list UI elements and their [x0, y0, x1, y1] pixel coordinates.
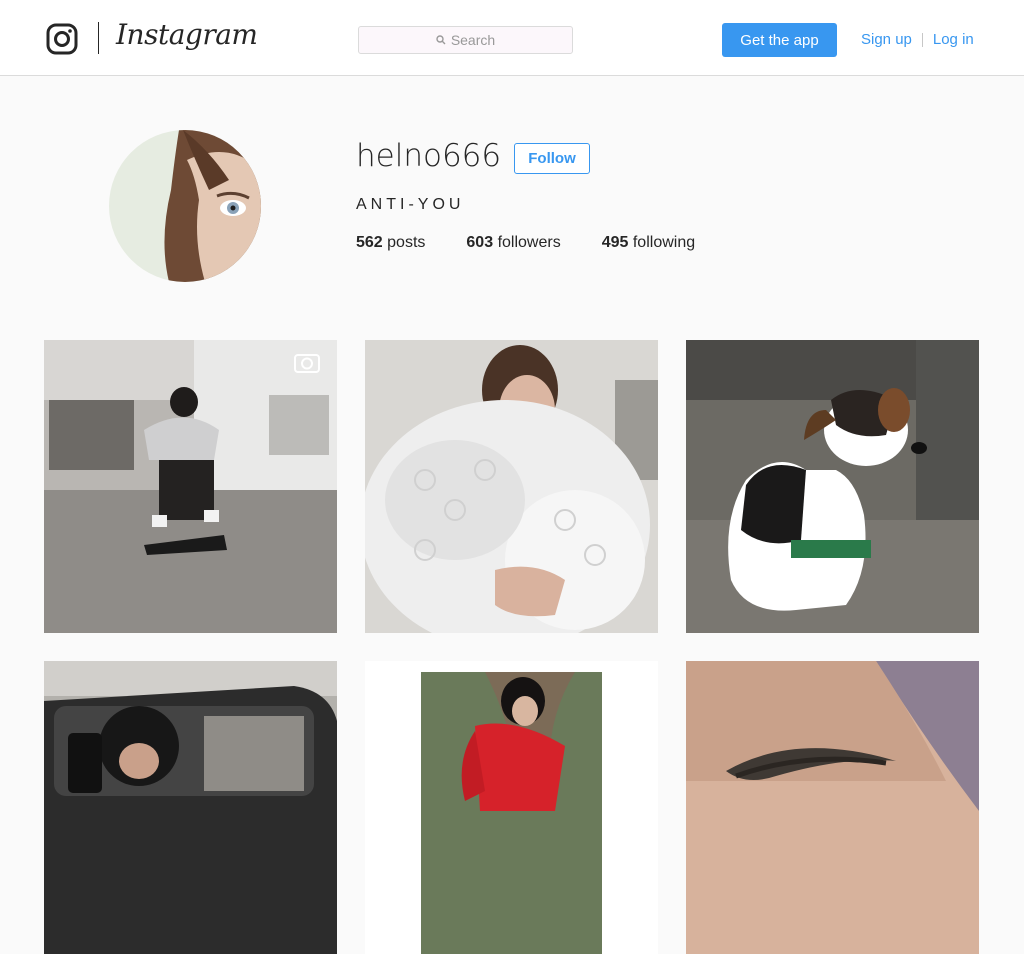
- instagram-wordmark-logo[interactable]: Instagram: [116, 18, 258, 51]
- post-thumbnail[interactable]: [686, 340, 979, 633]
- post-thumbnail[interactable]: [365, 661, 658, 954]
- post-thumbnail[interactable]: [365, 340, 658, 633]
- search-input[interactable]: Search: [358, 26, 573, 54]
- search-placeholder: Search: [450, 32, 496, 48]
- instagram-glyph-icon[interactable]: [46, 23, 78, 55]
- followers-label: followers: [497, 234, 561, 251]
- profile-stats: 562 posts 603 followers 495 following: [356, 234, 736, 252]
- following-label: following: [632, 234, 696, 251]
- post-thumbnail[interactable]: [686, 661, 979, 954]
- video-icon: [294, 354, 320, 373]
- sign-up-link[interactable]: Sign up: [861, 31, 912, 48]
- get-the-app-button[interactable]: Get the app: [722, 23, 837, 57]
- following-count: 495: [601, 234, 629, 251]
- post-thumbnail[interactable]: [44, 340, 337, 633]
- auth-links: Sign up Log in: [861, 31, 974, 48]
- log-in-link[interactable]: Log in: [933, 31, 974, 48]
- posts-stat: 562 posts: [356, 234, 425, 252]
- auth-separator: [921, 32, 923, 47]
- followers-stat[interactable]: 603 followers: [466, 234, 560, 252]
- profile-full-name: ANTI-YOU: [356, 196, 465, 213]
- post-thumbnail[interactable]: [44, 661, 337, 954]
- profile-avatar: [109, 130, 261, 282]
- search-icon: [436, 35, 446, 45]
- posts-count: 562: [356, 234, 383, 251]
- posts-label: posts: [387, 234, 426, 251]
- top-nav-bar: Instagram Search Get the app Sign up Log…: [0, 0, 1024, 76]
- profile-username: helno666: [356, 138, 502, 174]
- followers-count: 603: [466, 234, 494, 251]
- follow-button[interactable]: Follow: [514, 143, 590, 174]
- logo-divider: [98, 22, 99, 54]
- following-stat[interactable]: 495 following: [602, 234, 695, 252]
